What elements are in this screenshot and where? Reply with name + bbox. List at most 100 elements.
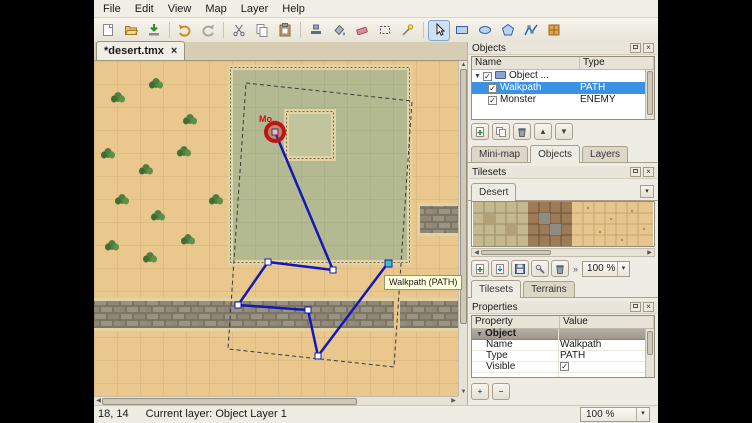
select-objects-button[interactable]	[428, 20, 450, 41]
import-tileset-button[interactable]	[491, 260, 509, 277]
property-value[interactable]: PATH	[560, 351, 585, 361]
tab-desert-tmx[interactable]: *desert.tmx ×	[96, 41, 185, 60]
tileset-scroll-thumb[interactable]	[481, 250, 551, 255]
map-view[interactable]: Mo..	[94, 61, 458, 396]
canvas-vertical-scrollbar[interactable]: ▲ ▼	[458, 61, 467, 396]
object-row-walkpath[interactable]: ✓Walkpath PATH	[472, 82, 654, 94]
expander-icon[interactable]: ▼	[474, 73, 481, 80]
object-name: Walkpath	[500, 82, 541, 93]
close-panel-icon[interactable]: ×	[643, 43, 654, 53]
properties-scrollbar[interactable]	[645, 329, 654, 377]
column-name[interactable]: Name	[472, 57, 580, 69]
duplicate-object-button[interactable]	[492, 123, 510, 140]
tileset-image[interactable]	[472, 202, 654, 246]
current-layer-label: Current layer: Object Layer 1	[146, 408, 287, 420]
property-row-visible[interactable]: Visible ✓	[472, 362, 654, 373]
menu-view[interactable]: View	[161, 1, 199, 17]
insert-polyline-button[interactable]	[520, 20, 542, 41]
open-file-button[interactable]	[120, 20, 142, 41]
export-tileset-button[interactable]	[511, 260, 529, 277]
eraser-button[interactable]	[351, 20, 373, 41]
rectangular-select-button[interactable]	[374, 20, 396, 41]
float-panel-icon[interactable]	[630, 167, 641, 177]
visibility-checkbox[interactable]: ✓	[488, 84, 497, 93]
tileset-zoom-combo[interactable]: 100 % ▾	[582, 261, 630, 277]
menu-help[interactable]: Help	[275, 1, 312, 17]
redo-button[interactable]	[197, 20, 219, 41]
tileset-view[interactable]	[471, 201, 655, 247]
tab-mini-map[interactable]: Mini-map	[471, 146, 528, 162]
tab-objects[interactable]: Objects	[530, 145, 580, 163]
remove-object-button[interactable]	[513, 123, 531, 140]
property-value[interactable]: Walkpath	[560, 340, 601, 350]
objects-table-header: Name Type	[472, 57, 654, 70]
column-property[interactable]: Property	[472, 316, 560, 328]
stamp-brush-button[interactable]	[305, 20, 327, 41]
add-property-button[interactable]: +	[471, 383, 489, 400]
undo-button[interactable]	[174, 20, 196, 41]
remove-tileset-button[interactable]	[551, 260, 569, 277]
close-panel-icon[interactable]: ×	[643, 302, 654, 312]
objects-scrollbar[interactable]	[645, 70, 654, 119]
tab-tileset-desert[interactable]: Desert	[471, 183, 516, 201]
canvas-horizontal-scrollbar[interactable]: ◀ ▶	[94, 396, 458, 405]
expander-icon[interactable]: ▼	[476, 331, 483, 338]
copy-button[interactable]	[251, 20, 273, 41]
menu-layer[interactable]: Layer	[234, 1, 276, 17]
remove-property-button[interactable]: −	[492, 383, 510, 400]
visible-checkbox[interactable]: ✓	[560, 362, 569, 371]
save-file-button[interactable]	[143, 20, 165, 41]
menubar: File Edit View Map Layer Help	[94, 0, 658, 18]
new-map-button[interactable]	[97, 20, 119, 41]
menu-edit[interactable]: Edit	[128, 1, 161, 17]
tileset-toolbar: » 100 % ▾	[471, 260, 630, 277]
move-object-down-button[interactable]: ▼	[555, 123, 573, 140]
tab-tilesets[interactable]: Tilesets	[471, 280, 521, 298]
insert-polygon-button[interactable]	[497, 20, 519, 41]
map-canvas[interactable]: Mo.. Walkpath (PATH) ▲ ▼ ◀ ▶	[94, 61, 467, 405]
new-tileset-button[interactable]	[471, 260, 489, 277]
insert-ellipse-button[interactable]	[474, 20, 496, 41]
paste-button[interactable]	[274, 20, 296, 41]
tab-terrains[interactable]: Terrains	[523, 281, 575, 297]
close-panel-icon[interactable]: ×	[643, 167, 654, 177]
wrench-icon	[534, 263, 546, 275]
float-panel-icon[interactable]	[630, 302, 641, 312]
column-value[interactable]: Value	[560, 316, 654, 328]
move-object-up-button[interactable]: ▲	[534, 123, 552, 140]
zoom-combo[interactable]: 100 % ▾	[580, 407, 650, 422]
visibility-checkbox[interactable]: ✓	[488, 96, 497, 105]
tab-close-icon[interactable]: ×	[171, 45, 177, 57]
menu-file[interactable]: File	[96, 1, 128, 17]
menu-map[interactable]: Map	[198, 1, 233, 17]
down-icon: ▼	[560, 127, 568, 136]
insert-rectangle-button[interactable]	[451, 20, 473, 41]
cut-button[interactable]	[228, 20, 250, 41]
polyline-object-icon	[523, 22, 539, 38]
dropdown-icon[interactable]: ▾	[617, 262, 629, 276]
horizontal-scroll-thumb[interactable]	[102, 398, 357, 405]
bucket-fill-button[interactable]	[328, 20, 350, 41]
tileset-dropdown-icon[interactable]: ▾	[640, 185, 654, 198]
tab-layers[interactable]: Layers	[582, 146, 628, 162]
object-row-monster[interactable]: ✓Monster ENEMY	[472, 94, 654, 106]
dropdown-icon[interactable]: ▾	[636, 408, 649, 421]
visibility-checkbox[interactable]: ✓	[483, 72, 492, 81]
object-type: PATH	[580, 82, 605, 93]
scroll-right-icon[interactable]: ▶	[449, 397, 458, 405]
main-toolbar	[94, 18, 658, 43]
insert-tile-button[interactable]	[543, 20, 565, 41]
magic-wand-button[interactable]	[397, 20, 419, 41]
overflow-chevron-icon[interactable]: »	[573, 264, 578, 274]
float-panel-icon[interactable]	[630, 43, 641, 53]
scroll-right-icon[interactable]: ▶	[645, 249, 654, 257]
tileset-properties-button[interactable]	[531, 260, 549, 277]
tileset-zoom-value: 100 %	[587, 263, 615, 274]
add-object-button[interactable]	[471, 123, 489, 140]
tile-object-icon	[546, 22, 562, 38]
walkpath-hovered-node[interactable]	[385, 260, 392, 267]
column-type[interactable]: Type	[580, 57, 654, 69]
object-group-row[interactable]: ▼✓Object ...	[472, 70, 654, 82]
scroll-left-icon[interactable]: ◀	[472, 249, 481, 257]
tileset-horizontal-scrollbar[interactable]: ◀ ▶	[471, 248, 655, 257]
